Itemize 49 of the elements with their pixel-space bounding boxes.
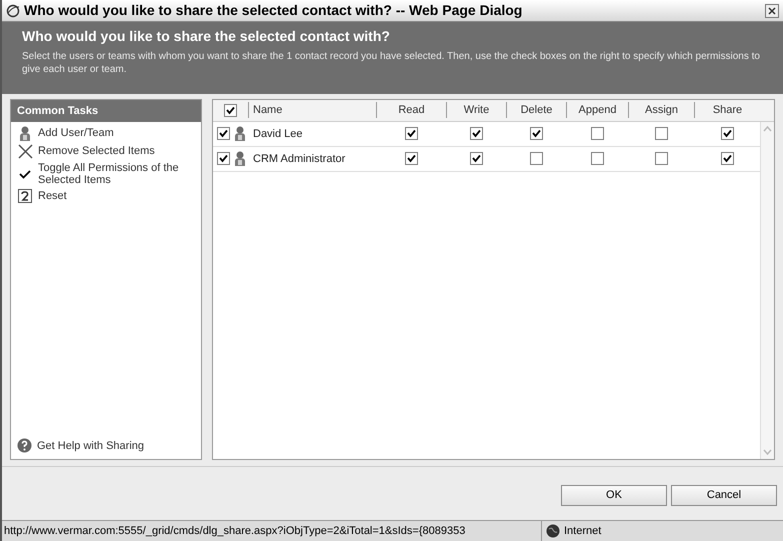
- checkmark-icon: [19, 168, 31, 179]
- column-header[interactable]: Read: [376, 102, 446, 118]
- permission-checkbox[interactable]: [470, 152, 482, 166]
- column-header[interactable]: Write: [446, 102, 506, 118]
- user-icon: [234, 151, 246, 166]
- permission-checkbox[interactable]: [590, 152, 604, 166]
- permission-checkbox[interactable]: [530, 127, 542, 140]
- help-link[interactable]: Get Help with Sharing: [37, 438, 144, 454]
- select-all-checkbox[interactable]: [224, 104, 237, 117]
- dialog-button[interactable]: Cancel: [671, 485, 777, 506]
- close-button[interactable]: [765, 4, 779, 18]
- column-header[interactable]: Append: [566, 102, 628, 118]
- header-description: Select the users or teams with whom you want to share the 1 contact record you have selected. Then, use the check boxes on the right to specify which permissions to give each user or team.: [22, 50, 761, 76]
- permission-checkbox[interactable]: [654, 152, 668, 166]
- permission-checkbox[interactable]: [654, 127, 668, 140]
- window-title: Who would you like to share the selected contact with? -- Web Page Dialog: [24, 1, 524, 20]
- help-icon: [17, 438, 32, 454]
- column-header[interactable]: Share: [694, 102, 760, 118]
- task-link[interactable]: Toggle All Permissions of the Selected Items: [38, 162, 188, 186]
- task-link[interactable]: Add User/Team: [38, 127, 188, 140]
- row-checkbox[interactable]: [217, 127, 230, 140]
- task-link[interactable]: Reset: [38, 190, 188, 202]
- header-title: Who would you like to share the selected contact with?: [22, 27, 391, 46]
- permission-checkbox[interactable]: [404, 127, 418, 140]
- task-link[interactable]: Remove Selected Items: [38, 145, 188, 158]
- dialog-button[interactable]: OK: [561, 485, 667, 506]
- scrollbar[interactable]: [760, 122, 774, 460]
- permission-checkbox[interactable]: [720, 127, 734, 140]
- column-header[interactable]: Name: [248, 102, 376, 118]
- browser-icon: [6, 4, 20, 18]
- permission-checkbox[interactable]: [470, 127, 482, 140]
- close-icon: [18, 144, 32, 159]
- column-header[interactable]: Assign: [628, 102, 694, 118]
- close-icon: [768, 6, 776, 14]
- status-zone: Internet: [564, 524, 602, 539]
- user-icon: [234, 126, 246, 142]
- table-cell-text: CRM Administrator: [252, 152, 346, 167]
- permission-checkbox[interactable]: [404, 152, 418, 166]
- permission-checkbox[interactable]: [590, 127, 604, 140]
- row-checkbox[interactable]: [217, 152, 230, 166]
- permission-checkbox[interactable]: [720, 152, 734, 166]
- table-cell-text: David Lee: [252, 126, 304, 142]
- user-icon: [19, 126, 31, 141]
- globe-icon: [546, 524, 560, 538]
- status-url: http://www.vermar.com:5555/_grid/cmds/dlg_share.aspx?iObjType=2&iTotal=1&sIds={8089353: [2, 521, 542, 541]
- panel-title: Common Tasks: [11, 100, 201, 122]
- reset-icon: [18, 188, 32, 203]
- column-header[interactable]: Delete: [506, 102, 566, 118]
- permission-checkbox[interactable]: [530, 152, 542, 166]
